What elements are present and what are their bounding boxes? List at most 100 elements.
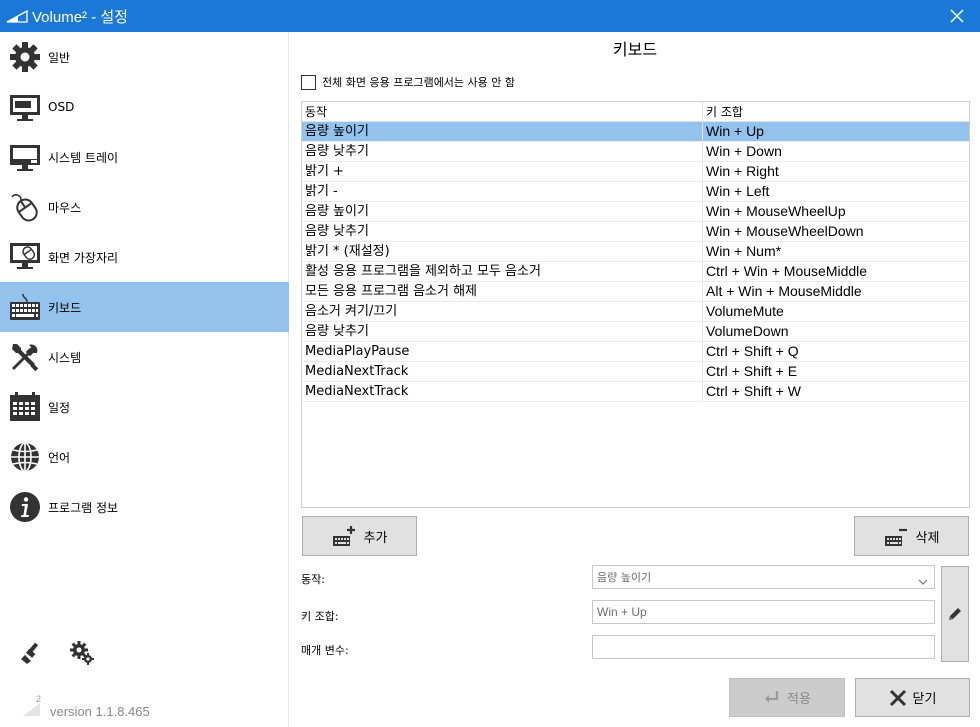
column-header-action[interactable]: 동작 — [302, 102, 703, 121]
action-select[interactable]: 음량 높이기 — [592, 565, 935, 589]
sidebar-item-mouse[interactable]: 마우스 — [0, 182, 289, 232]
fullscreen-disable-checkbox[interactable]: 전체 화면 응용 프로그램에서는 사용 안 함 — [301, 74, 515, 90]
key-cell: Win + MouseWheelUp — [706, 203, 846, 219]
action-select-value: 음량 높이기 — [597, 571, 652, 584]
sidebar-item-system-tray[interactable]: 시스템 트레이 — [0, 132, 289, 182]
action-cell: MediaNextTrack — [302, 362, 703, 381]
sidebar-item-label: 언어 — [48, 450, 71, 465]
page-title: 키보드 — [612, 40, 658, 59]
table-row[interactable]: 음량 낮추기 Win + MouseWheelDown — [302, 222, 969, 242]
table-header: 동작 키 조합 — [302, 102, 969, 122]
volume-logo-icon: 2 — [22, 694, 46, 718]
table-body: 음량 높이기 Win + Up 음량 낮추기 Win + Down 밝기 + Win + … — [302, 122, 969, 402]
delete-hotkey-button[interactable]: 삭제 — [854, 516, 969, 556]
title-bar: Volume² - 설정 — [0, 0, 980, 32]
action-cell: 음량 낮추기 — [302, 322, 703, 341]
enter-icon — [763, 690, 781, 706]
sidebar-item-label: 시스템 — [48, 350, 82, 365]
brush-icon — [21, 642, 39, 664]
sidebar-item-label: 화면 가장자리 — [48, 250, 119, 265]
sidebar-item-about[interactable]: 프로그램 정보 — [0, 482, 289, 532]
key-combo-field[interactable]: Win + Up — [592, 600, 935, 624]
table-row[interactable]: 밝기 - Win + Left — [302, 182, 969, 202]
parameter-field[interactable] — [592, 635, 935, 659]
action-cell: 밝기 - — [302, 182, 703, 201]
sidebar-item-keyboard[interactable]: 키보드 — [0, 282, 289, 332]
sidebar-tools — [18, 639, 96, 667]
table-row[interactable]: 음량 높이기 Win + MouseWheelUp — [302, 202, 969, 222]
key-cell: Win + Left — [706, 183, 770, 199]
key-cell: VolumeDown — [706, 323, 789, 339]
table-row[interactable]: 음량 높이기 Win + Up — [302, 122, 969, 142]
sidebar-item-label: 키보드 — [48, 300, 82, 315]
table-row[interactable]: 밝기 * (재설정) Win + Num* — [302, 242, 969, 262]
tools-icon — [8, 340, 42, 374]
gear-icon — [8, 40, 42, 74]
table-row[interactable]: 활성 응용 프로그램을 제외하고 모두 음소거 Ctrl + Win + Mous… — [302, 262, 969, 282]
checkbox-label: 전체 화면 응용 프로그램에서는 사용 안 함 — [322, 76, 516, 89]
action-cell: 음량 낮추기 — [302, 222, 703, 241]
action-cell: 활성 응용 프로그램을 제외하고 모두 음소거 — [302, 262, 703, 281]
sidebar-item-screen-edge[interactable]: 화면 가장자리 — [0, 232, 289, 282]
checkbox-box[interactable] — [301, 74, 316, 90]
apply-button[interactable]: 적용 — [729, 678, 845, 717]
close-window-button[interactable] — [934, 0, 980, 32]
mouse-icon — [8, 190, 42, 224]
calendar-icon — [8, 390, 42, 424]
chevron-down-icon — [918, 572, 928, 585]
sidebar-item-osd[interactable]: OSD — [0, 82, 289, 132]
volume-app-icon — [6, 9, 28, 23]
edit-hotkey-button[interactable] — [941, 566, 969, 662]
sidebar-item-schedule[interactable]: 일정 — [0, 382, 289, 432]
sidebar-item-label: 시스템 트레이 — [48, 150, 119, 165]
key-cell: Alt + Win + MouseMiddle — [706, 283, 862, 299]
column-header-key[interactable]: 키 조합 — [703, 102, 969, 121]
key-cell: Win + MouseWheelDown — [706, 223, 864, 239]
key-cell: Win + Right — [706, 163, 779, 179]
table-row[interactable]: MediaNextTrack Ctrl + Shift + W — [302, 382, 969, 402]
key-cell: Ctrl + Win + MouseMiddle — [706, 263, 868, 279]
sidebar-item-label: 마우스 — [48, 200, 82, 215]
key-cell: Win + Up — [706, 123, 764, 139]
table-row[interactable]: MediaNextTrack Ctrl + Shift + E — [302, 362, 969, 382]
monitor-icon — [8, 90, 42, 124]
key-combo-value: Win + Up — [597, 605, 647, 619]
close-button-label: 닫기 — [912, 692, 937, 707]
version-text: version 1.1.8.465 — [50, 704, 150, 719]
action-cell: 음량 높이기 — [302, 122, 703, 141]
table-row[interactable]: 모든 응용 프로그램 음소거 해제 Alt + Win + MouseMiddle — [302, 282, 969, 302]
key-cell: VolumeMute — [706, 303, 784, 319]
sidebar-item-system[interactable]: 시스템 — [0, 332, 289, 382]
sidebar-item-label: 일반 — [48, 50, 71, 65]
parameter-label: 매개 변수: — [301, 644, 349, 657]
sidebar-item-label: 일정 — [48, 400, 71, 415]
hotkey-table[interactable]: 동작 키 조합 음량 높이기 Win + Up 음량 낮추기 Win + Down 밝기… — [301, 101, 970, 508]
key-cell: Ctrl + Shift + W — [706, 383, 801, 399]
globe-icon — [8, 440, 42, 474]
close-button[interactable]: 닫기 — [855, 678, 970, 717]
sidebar-item-label: OSD — [48, 100, 75, 114]
gears-icon — [70, 641, 94, 665]
sidebar-item-general[interactable]: 일반 — [0, 32, 289, 82]
window-title: Volume² - 설정 — [32, 8, 128, 26]
table-row[interactable]: MediaPlayPause Ctrl + Shift + Q — [302, 342, 969, 362]
sidebar-item-language[interactable]: 언어 — [0, 432, 289, 482]
add-hotkey-button[interactable]: 추가 — [302, 516, 417, 556]
action-cell: MediaPlayPause — [302, 342, 703, 361]
key-cell: Win + Down — [706, 143, 782, 159]
skin-button[interactable] — [18, 639, 46, 667]
sidebar: 일반 OSD 시스템 트레이 마우스 화면 가장자리 키보드 시스템 일정 언어… — [0, 32, 289, 727]
table-row[interactable]: 음량 낮추기 Win + Down — [302, 142, 969, 162]
advanced-settings-button[interactable] — [68, 639, 96, 667]
sidebar-item-label: 프로그램 정보 — [48, 500, 119, 515]
pencil-icon — [949, 608, 961, 620]
keyboard-add-icon — [332, 524, 358, 548]
svg-text:2: 2 — [36, 694, 41, 704]
key-cell: Win + Num* — [706, 243, 782, 259]
table-row[interactable]: 밝기 + Win + Right — [302, 162, 969, 182]
keyboard-remove-icon — [884, 524, 910, 548]
table-row[interactable]: 음량 낮추기 VolumeDown — [302, 322, 969, 342]
close-x-icon — [889, 689, 907, 707]
screen-mouse-icon — [8, 240, 42, 274]
table-row[interactable]: 음소거 켜기/끄기 VolumeMute — [302, 302, 969, 322]
